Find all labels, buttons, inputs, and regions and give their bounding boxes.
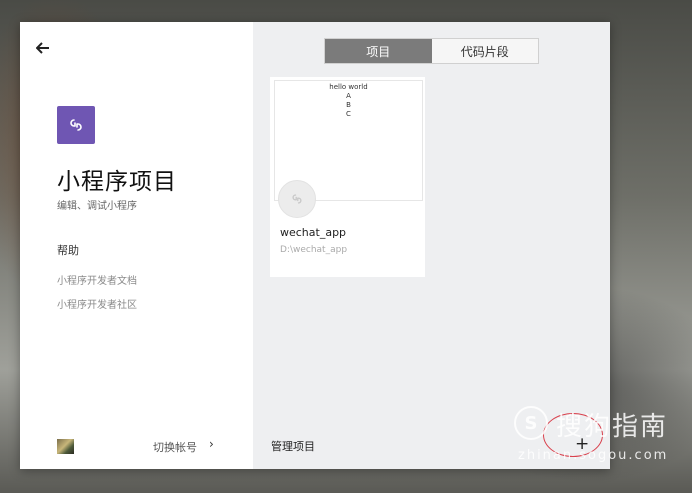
project-path: D:\wechat_app	[280, 245, 348, 255]
project-card[interactable]: hello world A B C wechat_app D:\wechat_a…	[270, 77, 425, 277]
page-title: 小程序项目	[57, 169, 177, 195]
page-subtitle: 编辑、调试小程序	[57, 201, 137, 212]
link-icon	[70, 119, 82, 131]
app-logo	[57, 106, 95, 144]
right-panel: 项目 代码片段 hello world A B C wechat_app D:\…	[253, 22, 610, 469]
tab-bar: 项目 代码片段	[324, 38, 539, 64]
manage-projects-button[interactable]: 管理项目	[271, 438, 315, 454]
chevron-right-icon[interactable]: ›	[209, 437, 214, 451]
dev-docs-link[interactable]: 小程序开发者文档	[57, 272, 137, 287]
preview-line: B	[346, 101, 351, 109]
project-icon	[278, 180, 316, 218]
preview-line: hello world	[329, 83, 368, 91]
tab-code-snippets[interactable]: 代码片段	[431, 39, 538, 63]
avatar	[57, 439, 74, 454]
project-window: 小程序项目 编辑、调试小程序 帮助 小程序开发者文档 小程序开发者社区 切换帐号…	[20, 22, 610, 469]
help-heading: 帮助	[57, 244, 79, 257]
tab-projects[interactable]: 项目	[325, 39, 432, 63]
project-name: wechat_app	[280, 226, 347, 239]
watermark-url: zhinan.sogou.com	[518, 448, 669, 463]
link-icon	[292, 194, 302, 204]
preview-line: A	[346, 92, 351, 100]
watermark: S 搜狗指南 zhinan.sogou.com	[514, 404, 684, 470]
left-panel: 小程序项目 编辑、调试小程序 帮助 小程序开发者文档 小程序开发者社区 切换帐号…	[20, 22, 253, 469]
watermark-text: 搜狗指南	[556, 412, 669, 442]
sogou-logo-icon: S	[514, 406, 548, 440]
switch-account-button[interactable]: 切换帐号	[153, 439, 197, 455]
arrow-left-icon[interactable]	[35, 40, 56, 60]
dev-community-link[interactable]: 小程序开发者社区	[57, 296, 137, 311]
preview-line: C	[346, 110, 351, 118]
